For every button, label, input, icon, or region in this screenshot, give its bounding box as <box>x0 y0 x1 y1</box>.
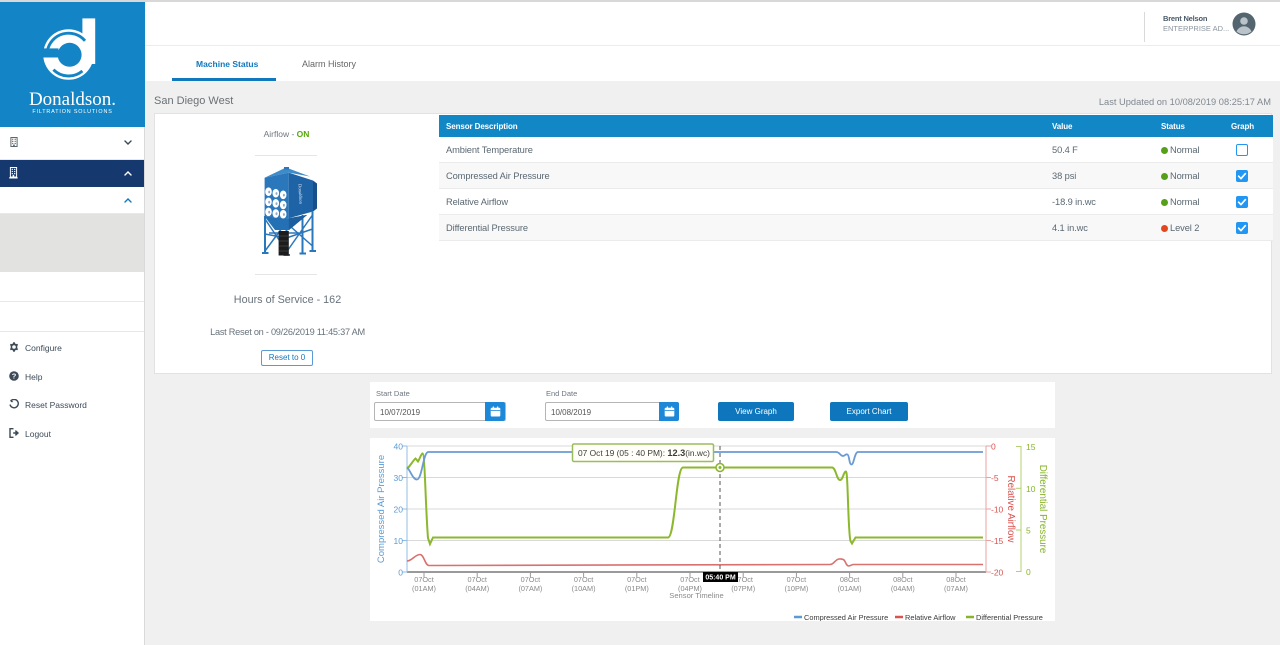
svg-text:?: ? <box>12 372 17 381</box>
svg-text:07Oct(04AM): 07Oct(04AM) <box>465 575 489 593</box>
svg-text:40: 40 <box>394 442 404 452</box>
svg-text:Compressed Air Pressure: Compressed Air Pressure <box>804 613 888 621</box>
svg-text:10: 10 <box>1026 484 1036 494</box>
svg-text:0: 0 <box>1026 567 1031 577</box>
svg-text:-20: -20 <box>991 568 1004 578</box>
svg-text:10: 10 <box>394 536 404 546</box>
svg-text:Compressed Air Pressure: Compressed Air Pressure <box>376 455 387 563</box>
svg-text:05:40 PM: 05:40 PM <box>705 575 736 582</box>
svg-text:15: 15 <box>1026 442 1036 452</box>
svg-text:0: 0 <box>398 568 403 578</box>
svg-text:Differential Pressure: Differential Pressure <box>976 613 1043 621</box>
svg-text:Sensor Timeline: Sensor Timeline <box>669 591 723 600</box>
svg-text:-10: -10 <box>991 505 1004 515</box>
svg-text:07Oct(01AM): 07Oct(01AM) <box>412 575 436 593</box>
svg-text:07Oct(10PM): 07Oct(10PM) <box>784 575 808 593</box>
svg-text:07 Oct 19 (05 : 40 PM): 12.3(i: 07 Oct 19 (05 : 40 PM): 12.3(in.wc) <box>578 448 710 458</box>
svg-text:-5: -5 <box>991 473 999 483</box>
svg-text:20: 20 <box>394 505 404 515</box>
svg-text:08Oct(07AM): 08Oct(07AM) <box>944 575 968 593</box>
svg-text:07Oct(10AM): 07Oct(10AM) <box>572 575 596 593</box>
svg-text:Relative Airflow: Relative Airflow <box>1005 476 1016 544</box>
svg-text:07Oct(01PM): 07Oct(01PM) <box>625 575 649 593</box>
svg-text:-15: -15 <box>991 536 1004 546</box>
svg-text:08Oct(04AM): 08Oct(04AM) <box>891 575 915 593</box>
svg-text:5: 5 <box>1026 526 1031 536</box>
svg-text:08Oct(01AM): 08Oct(01AM) <box>838 575 862 593</box>
svg-text:Differential Pressure: Differential Pressure <box>1037 465 1048 554</box>
svg-text:07Oct(07AM): 07Oct(07AM) <box>518 575 542 593</box>
svg-text:Relative Airflow: Relative Airflow <box>905 613 956 621</box>
svg-text:30: 30 <box>394 473 404 483</box>
svg-text:0: 0 <box>991 442 996 452</box>
